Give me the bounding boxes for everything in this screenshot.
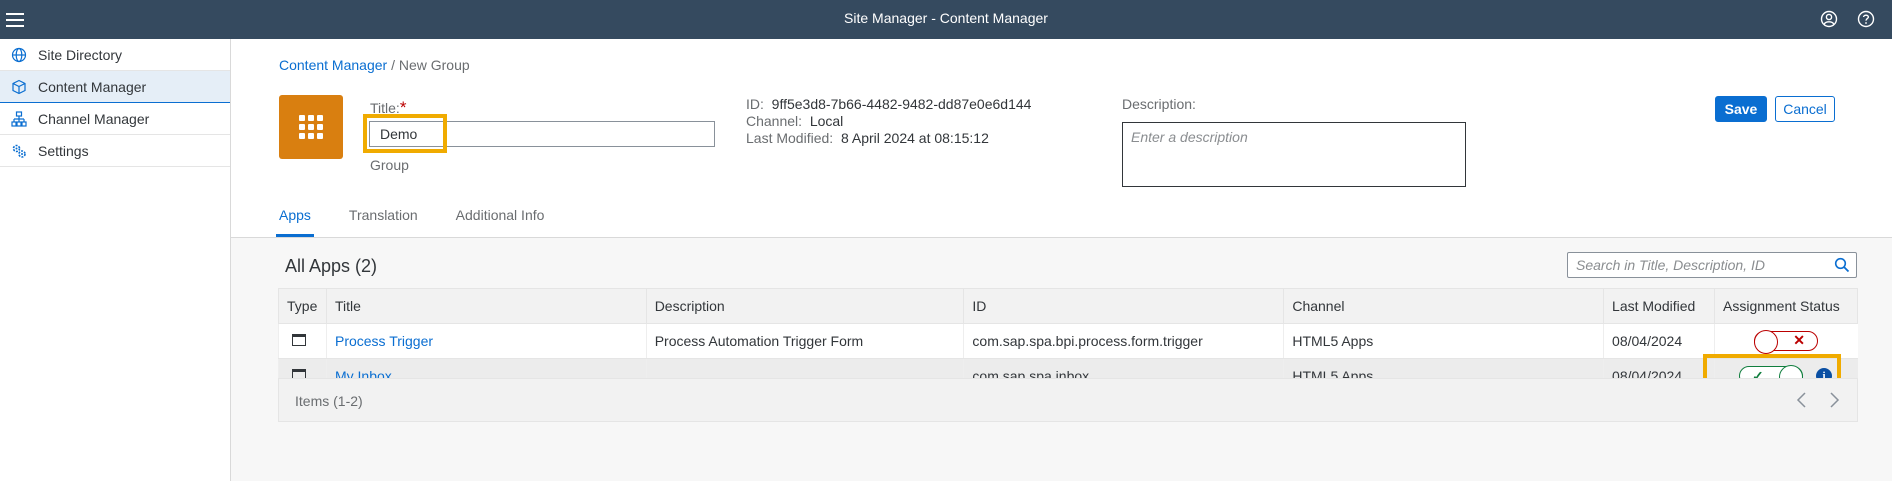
group-tile [279, 95, 343, 159]
app-description: Process Automation Trigger Form [645, 323, 964, 359]
sidebar-item-label: Settings [38, 142, 89, 159]
table-footer: Items (1-2) [278, 378, 1858, 422]
table-title: All Apps (2) [285, 256, 378, 276]
column-header-last-modified: Last Modified [1603, 288, 1715, 324]
sidebar-item-content-manager[interactable]: Content Manager [0, 71, 230, 103]
hierarchy-icon [0, 110, 38, 127]
id-label: ID: [746, 96, 764, 112]
save-button[interactable]: Save [1715, 96, 1767, 122]
channel-label: Channel: [746, 113, 803, 129]
sidebar-item-site-directory[interactable]: Site Directory [0, 39, 230, 71]
settings-gears-icon [0, 143, 38, 159]
chevron-right-icon[interactable] [1826, 391, 1842, 409]
user-account-icon[interactable] [1820, 10, 1838, 28]
breadcrumb-link-content-manager[interactable]: Content Manager [279, 57, 387, 73]
sidebar-item-label: Content Manager [38, 78, 147, 95]
object-meta: ID: 9ff5e3d8-7b66-4482-9482-dd87e0e6d144… [746, 96, 1031, 147]
sidebar-item-label: Site Directory [38, 46, 123, 63]
toggle-knob [1754, 330, 1778, 354]
tab-translation[interactable]: Translation [349, 207, 418, 237]
app-id: com.sap.spa.bpi.process.form.trigger [963, 323, 1284, 359]
object-header: Content Manager / New Group Title:* Grou… [231, 39, 1892, 237]
search-field[interactable] [1567, 252, 1857, 278]
tab-bar: Apps Translation Additional Info [276, 207, 582, 237]
title-input[interactable] [369, 121, 715, 147]
table-header-row: Type Title Description ID Channel Last M… [278, 288, 1858, 324]
column-header-id: ID [963, 288, 1285, 324]
cancel-button[interactable]: Cancel [1775, 96, 1835, 122]
column-header-type: Type [278, 288, 327, 324]
search-input[interactable] [1568, 253, 1818, 277]
globe-icon [0, 47, 38, 63]
cube-icon [0, 79, 38, 95]
app-channel: HTML5 Apps [1283, 323, 1604, 359]
sidebar-nav: Site Directory Content Manager Channel M… [0, 39, 231, 481]
required-marker: * [399, 98, 407, 117]
apps-panel: All Apps (2) Type Title Description ID C… [231, 238, 1892, 481]
app-last-modified: 08/04/2024 [1603, 323, 1715, 359]
last-modified-value: 8 April 2024 at 08:15:12 [840, 130, 989, 146]
description-textarea[interactable] [1122, 122, 1466, 187]
column-header-assignment-status: Assignment Status [1714, 288, 1858, 324]
chevron-left-icon[interactable] [1794, 391, 1810, 409]
sidebar-item-label: Channel Manager [38, 110, 150, 127]
sidebar-item-settings[interactable]: Settings [0, 135, 230, 167]
app-title: Site Manager - Content Manager [844, 10, 1048, 26]
assignment-toggle-off[interactable]: ✕ [1754, 330, 1818, 354]
table-row[interactable]: Process Trigger Process Automation Trigg… [278, 323, 1858, 359]
shell-bar: Site Manager - Content Manager [0, 0, 1892, 39]
title-label: Title:* [370, 98, 407, 117]
tab-apps[interactable]: Apps [276, 207, 314, 237]
main-content: Content Manager / New Group Title:* Grou… [231, 39, 1892, 481]
breadcrumb-separator: / [391, 57, 395, 73]
tab-additional-info[interactable]: Additional Info [456, 207, 545, 237]
channel-value: Local [809, 113, 844, 129]
last-modified-label: Last Modified: [746, 130, 834, 146]
application-window-icon [292, 334, 306, 346]
search-icon[interactable] [1834, 257, 1850, 273]
column-header-description: Description [645, 288, 965, 324]
app-title-link[interactable]: Process Trigger [335, 333, 433, 349]
group-type-label: Group [370, 157, 409, 173]
grid-apps-icon [299, 115, 323, 139]
close-icon: ✕ [1793, 332, 1805, 348]
help-icon[interactable] [1857, 10, 1875, 28]
description-label: Description: [1122, 96, 1196, 112]
breadcrumb: Content Manager / New Group [279, 57, 470, 73]
breadcrumb-current: New Group [398, 57, 470, 73]
assignment-status-cell: ✕ [1714, 323, 1858, 359]
column-header-channel: Channel [1283, 288, 1605, 324]
column-header-title: Title [325, 288, 647, 324]
sidebar-item-channel-manager[interactable]: Channel Manager [0, 103, 230, 135]
items-count: Items (1-2) [295, 393, 363, 409]
id-value: 9ff5e3d8-7b66-4482-9482-dd87e0e6d144 [771, 96, 1032, 112]
